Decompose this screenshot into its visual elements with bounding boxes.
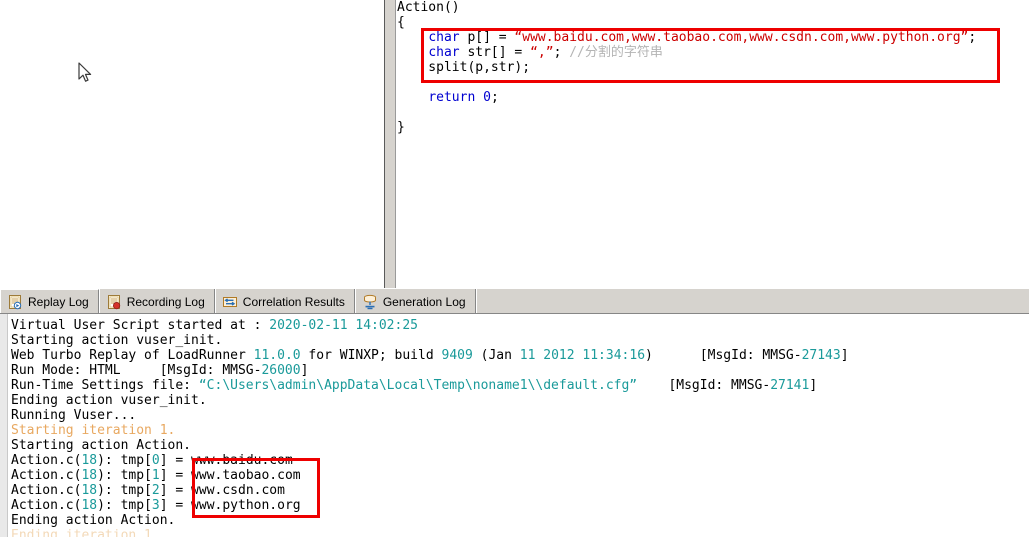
log-line: Action.c(18): tmp[3] = www.python.org [11, 498, 301, 513]
tab-label: Recording Log [126, 294, 205, 309]
code-editor-pane[interactable]: Action(){ char p[] = “www.baidu.com,www.… [397, 0, 1029, 288]
code-line: split(p,str); [397, 60, 531, 75]
log-line: Starting iteration 1. [11, 423, 176, 438]
tab-correlation-results[interactable]: Correlation Results [214, 289, 355, 314]
log-line: Ending action Action. [11, 513, 176, 528]
log-line: Run Mode: HTML [MsgId: MMSG-26000] [11, 363, 309, 378]
vertical-splitter[interactable] [383, 0, 397, 288]
correlation-results-icon [222, 296, 237, 307]
code-source-text: Action(){ char p[] = “www.baidu.com,www.… [397, 0, 976, 135]
log-output-text: Virtual User Script started at : 2020-02… [11, 318, 849, 537]
tab-label: Generation Log [382, 294, 466, 309]
log-line: Run-Time Settings file: “C:\Users\admin\… [11, 378, 818, 393]
replay-log-output-pane[interactable]: Virtual User Script started at : 2020-02… [0, 314, 1029, 537]
log-line: Starting action vuser_init. [11, 333, 223, 348]
code-line: } [397, 120, 405, 135]
log-line: Action.c(18): tmp[2] = www.csdn.com [11, 483, 285, 498]
tab-replay-log[interactable]: Replay Log [0, 289, 99, 314]
code-line: char p[] = “www.baidu.com,www.taobao.com… [428, 30, 977, 45]
tab-recording-log[interactable]: Recording Log [98, 289, 215, 314]
tab-label: Correlation Results [242, 294, 345, 309]
log-line: Action.c(18): tmp[0] = www.baidu.com [11, 453, 293, 468]
tab-label: Replay Log [28, 295, 89, 309]
log-line: Web Turbo Replay of LoadRunner 11.0.0 fo… [11, 348, 849, 363]
editor-area: Action(){ char p[] = “www.baidu.com,www.… [0, 0, 1029, 288]
log-line: Virtual User Script started at : 2020-02… [11, 318, 418, 333]
log-line: Running Vuser... [11, 408, 137, 423]
left-editor-pane[interactable] [0, 0, 383, 288]
log-line: Ending iteration 1. [11, 528, 160, 537]
tab-bar-filler [475, 289, 1029, 314]
code-line: Action() [397, 0, 460, 15]
log-tab-bar: Replay Log Recording Log Correlation Res… [0, 288, 1029, 314]
recording-log-icon [107, 294, 120, 309]
tab-generation-log[interactable]: Generation Log [354, 289, 476, 314]
code-line: char str[] = “,”; //分割的字符串 [428, 45, 663, 60]
code-line: { [397, 15, 405, 30]
replay-log-icon [9, 295, 22, 310]
code-line: return 0; [428, 90, 499, 105]
log-line: Action.c(18): tmp[1] = www.taobao.com [11, 468, 301, 483]
log-gutter [0, 314, 8, 537]
log-line: Starting action Action. [11, 438, 192, 453]
mouse-pointer-icon [78, 62, 92, 82]
log-line: Ending action vuser_init. [11, 393, 207, 408]
generation-log-icon [363, 294, 376, 309]
